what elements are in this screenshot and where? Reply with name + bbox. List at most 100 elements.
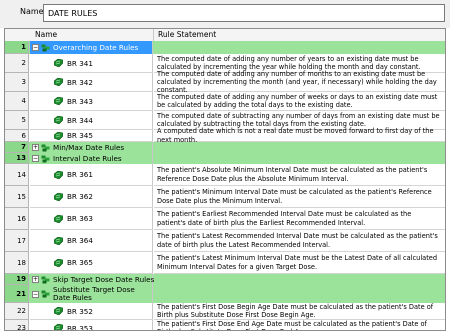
group-row[interactable]: 7 + Min/Max Date Rules: [5, 142, 445, 153]
rule-statement: The patient's Earliest Recommended Inter…: [154, 208, 445, 230]
business-rule-icon: [53, 323, 64, 330]
row-number: 19: [5, 274, 29, 285]
group-row[interactable]: 13− Interval Date Rules: [5, 153, 445, 164]
rule-row[interactable]: 6 BR 345 A computed date which is not a re…: [5, 127, 445, 144]
row-number: 4: [5, 92, 29, 111]
rule-label: BR 365: [67, 258, 93, 267]
rule-row[interactable]: 15 BR 362 The patient's Minimum Interval D…: [5, 186, 445, 208]
row-number: 1: [5, 41, 29, 54]
group-label: Overarching Date Rules: [53, 43, 139, 52]
group-row[interactable]: 19 + Skip Target Dose Date Rules: [5, 274, 445, 285]
rule-label: BR 345: [67, 131, 93, 140]
collapse-icon[interactable]: −: [32, 44, 39, 51]
rule-statement: The patient's First Dose Begin Age Date …: [154, 303, 445, 320]
rule-row[interactable]: 3 BR 342 The computed date of adding any n…: [5, 70, 445, 94]
row-number: 14: [5, 164, 29, 186]
name-cell[interactable]: + Min/Max Date Rules: [30, 142, 153, 153]
business-rule-icon: [53, 77, 64, 87]
business-rule-icon: [53, 96, 64, 106]
business-rule-icon: [53, 170, 64, 179]
rule-group-icon: [41, 44, 50, 52]
rule-statement: The patient's First Dose End Age Date mu…: [154, 320, 445, 330]
business-rule-icon: [53, 214, 64, 223]
business-rule-icon: [53, 258, 64, 267]
group-label: Min/Max Date Rules: [53, 143, 125, 152]
name-cell[interactable]: BR 352: [30, 303, 153, 320]
rules-grid: Name Rule Statement 1− Overarching Date R…: [4, 28, 446, 331]
name-cell[interactable]: BR 341: [30, 54, 153, 73]
name-cell[interactable]: BR 365: [30, 252, 153, 274]
rule-statement: The computed date of adding any number o…: [154, 92, 445, 111]
group-row[interactable]: 21− Substitute Target Dose Date Rules: [5, 285, 445, 303]
column-header-name[interactable]: Name: [35, 30, 57, 39]
rule-label: BR 341: [67, 58, 93, 68]
collapse-icon[interactable]: −: [32, 155, 39, 162]
group-row[interactable]: 1− Overarching Date Rules: [5, 41, 445, 54]
row-number: 7: [5, 142, 29, 153]
rule-row[interactable]: 23 BR 353 The patient's First Dose End Age…: [5, 320, 445, 331]
row-number: 2: [5, 54, 29, 73]
name-cell[interactable]: BR 345: [30, 130, 153, 142]
collapse-icon[interactable]: −: [32, 290, 39, 298]
rule-label: BR 361: [67, 170, 93, 179]
name-cell[interactable]: − Substitute Target Dose Date Rules: [30, 285, 153, 303]
rule-row[interactable]: 22 BR 352 The patient's First Dose Begin A…: [5, 303, 445, 320]
business-rule-icon: [53, 115, 64, 125]
name-cell[interactable]: BR 361: [30, 164, 153, 186]
row-number: 15: [5, 186, 29, 208]
name-cell[interactable]: BR 343: [30, 92, 153, 111]
rule-group-icon: [41, 276, 50, 284]
rule-label: BR 352: [67, 306, 93, 316]
name-cell[interactable]: − Interval Date Rules: [30, 153, 153, 164]
rule-label: BR 364: [67, 236, 93, 245]
rule-row[interactable]: 4 BR 343 The computed date of adding any n…: [5, 92, 445, 111]
rule-statement: A computed date which is not a real date…: [154, 127, 445, 144]
rule-statement: The computed date of adding any number o…: [154, 70, 445, 94]
name-cell[interactable]: BR 344: [30, 111, 153, 130]
rule-row[interactable]: 18 BR 365 The patient's Latest Minimum Int…: [5, 252, 445, 274]
rule-label: BR 342: [67, 77, 93, 87]
row-number: 18: [5, 252, 29, 274]
rule-statement: The patient's Minimum Interval Date must…: [154, 186, 445, 208]
name-cell[interactable]: + Skip Target Dose Date Rules: [30, 274, 154, 285]
rule-statement: The patient's Absolute Minimum Interval …: [154, 164, 445, 186]
rule-group-icon: [41, 144, 50, 152]
rule-label: BR 353: [67, 323, 93, 331]
name-cell[interactable]: BR 342: [30, 73, 153, 92]
name-cell[interactable]: BR 364: [30, 230, 153, 252]
row-number: 5: [5, 111, 29, 130]
rule-label: BR 362: [67, 192, 93, 201]
rule-row[interactable]: 17 BR 364 The patient's Latest Recommended…: [5, 230, 445, 252]
expand-icon[interactable]: +: [32, 144, 39, 151]
rule-group-icon: [41, 290, 50, 298]
row-number: 21: [5, 285, 29, 303]
rule-group-icon: [41, 155, 50, 163]
name-cell[interactable]: BR 363: [30, 208, 153, 230]
group-label: Substitute Target Dose Date Rules: [53, 285, 135, 302]
business-rule-icon: [53, 306, 64, 316]
name-input[interactable]: [43, 4, 445, 22]
name-bar: Name:: [0, 0, 450, 28]
row-number: 23: [5, 320, 29, 330]
business-rule-icon: [53, 236, 64, 245]
rule-label: BR 363: [67, 214, 93, 223]
column-header-rule-statement[interactable]: Rule Statement: [158, 30, 216, 39]
row-number: 6: [5, 130, 29, 142]
group-label: Interval Date Rules: [53, 154, 122, 163]
rule-label: BR 343: [67, 96, 93, 106]
rule-row[interactable]: 14 BR 361 The patient's Absolute Minimum I…: [5, 164, 445, 186]
rule-row[interactable]: 16 BR 363 The patient's Earliest Recommend…: [5, 208, 445, 230]
row-number: 17: [5, 230, 29, 252]
name-cell[interactable]: BR 353: [30, 320, 153, 331]
row-number: 13: [5, 153, 29, 164]
expand-icon[interactable]: +: [32, 276, 39, 283]
business-rule-icon: [53, 58, 64, 68]
rule-label: BR 344: [67, 115, 93, 125]
name-cell[interactable]: − Overarching Date Rules: [30, 41, 153, 54]
row-number: 22: [5, 303, 29, 320]
rule-statement: The patient's Latest Minimum Interval Da…: [154, 252, 445, 274]
name-cell[interactable]: BR 362: [30, 186, 153, 208]
rule-statement: The patient's Latest Recommended Interva…: [154, 230, 445, 252]
business-rule-icon: [53, 131, 64, 140]
business-rule-icon: [53, 192, 64, 201]
